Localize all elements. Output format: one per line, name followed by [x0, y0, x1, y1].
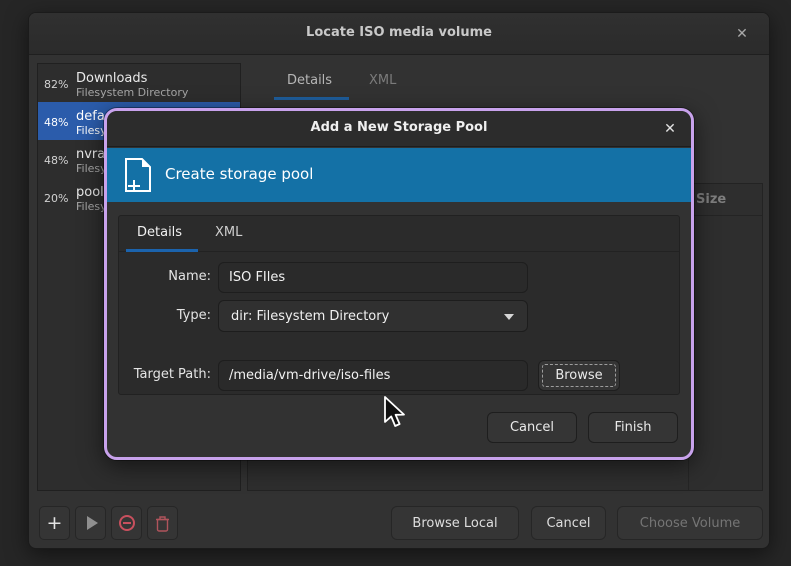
tab-details[interactable]: Details: [287, 73, 332, 88]
pool-usage-percent: 82%: [44, 78, 76, 91]
target-path-input[interactable]: [218, 360, 528, 391]
pool-type: Filesystem Directory: [76, 86, 188, 99]
name-input[interactable]: [218, 262, 528, 293]
window-title: Locate ISO media volume: [29, 25, 769, 40]
active-tab-underline: [274, 97, 349, 100]
pool-detail-tabs: Details XML: [247, 63, 761, 101]
pool-name: nvra: [76, 147, 107, 162]
dialog-tabs: Details XML: [119, 216, 679, 252]
new-volume-icon: [121, 156, 157, 196]
type-dropdown-value: dir: Filesystem Directory: [231, 309, 389, 324]
pool-usage-percent: 48%: [44, 116, 76, 129]
pool-row-downloads[interactable]: 82% Downloads Filesystem Directory: [38, 64, 240, 102]
chevron-down-icon: [504, 314, 514, 320]
start-pool-button[interactable]: [75, 506, 106, 540]
add-storage-pool-dialog: Add a New Storage Pool ✕ Create storage …: [104, 108, 694, 460]
tab-xml[interactable]: XML: [369, 73, 396, 88]
pool-type: Filesy: [76, 162, 107, 175]
choose-volume-button: Choose Volume: [617, 506, 763, 540]
window-titlebar[interactable]: Locate ISO media volume ✕: [29, 13, 769, 55]
pool-usage-percent: 48%: [44, 154, 76, 167]
banner-title: Create storage pool: [165, 165, 313, 183]
dialog-tab-xml[interactable]: XML: [215, 225, 242, 240]
name-label: Name:: [107, 269, 211, 284]
dialog-title: Add a New Storage Pool: [107, 120, 691, 135]
target-path-label: Target Path:: [107, 367, 211, 382]
close-icon[interactable]: ✕: [731, 23, 753, 45]
play-icon: [87, 516, 98, 530]
desktop-background: Locate ISO media volume ✕ 82% Downloads …: [0, 0, 791, 566]
stop-pool-button[interactable]: [111, 506, 142, 540]
browse-local-button[interactable]: Browse Local: [391, 506, 519, 540]
dialog-close-icon[interactable]: ✕: [659, 118, 681, 140]
cancel-button[interactable]: Cancel: [531, 506, 606, 540]
pool-name: defa: [76, 109, 107, 124]
delete-pool-button[interactable]: [147, 506, 178, 540]
pool-type: Filesy: [76, 200, 107, 213]
browse-button[interactable]: Browse: [538, 360, 620, 391]
stop-icon: [119, 515, 135, 531]
add-pool-button[interactable]: +: [39, 506, 70, 540]
dialog-titlebar[interactable]: Add a New Storage Pool ✕: [107, 111, 691, 147]
type-dropdown[interactable]: dir: Filesystem Directory: [218, 300, 528, 332]
pool-type: Filesy: [76, 124, 107, 137]
dialog-finish-button[interactable]: Finish: [588, 412, 678, 443]
type-label: Type:: [107, 308, 211, 323]
trash-icon: [155, 515, 170, 532]
create-pool-banner: Create storage pool: [107, 148, 691, 202]
dialog-cancel-button[interactable]: Cancel: [487, 412, 577, 443]
pool-name: Downloads: [76, 71, 188, 86]
size-column-header[interactable]: Size: [696, 192, 726, 207]
pool-usage-percent: 20%: [44, 192, 76, 205]
dialog-tab-details[interactable]: Details: [137, 225, 182, 240]
plus-icon: +: [47, 514, 63, 533]
dialog-active-tab-underline: [126, 249, 198, 252]
pool-name: pool: [76, 185, 107, 200]
